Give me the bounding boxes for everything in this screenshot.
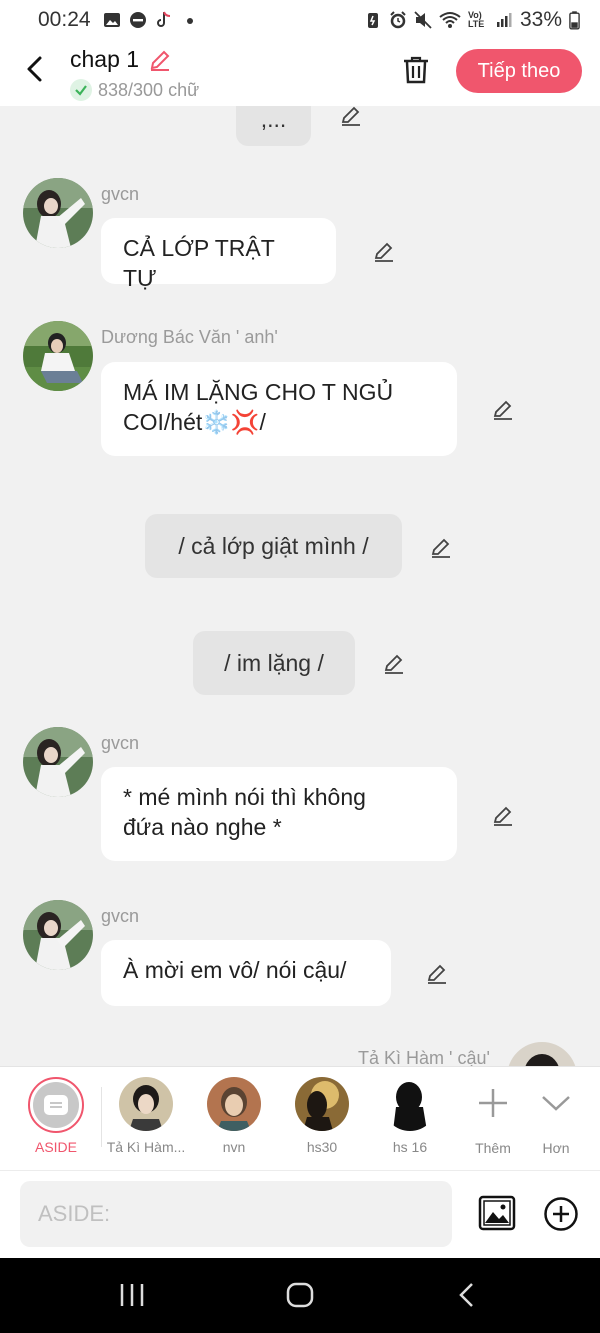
title-block: chap 1 838/300 chữ [70, 46, 199, 101]
tiktok-icon [156, 11, 170, 27]
add-icon[interactable] [543, 1196, 579, 1232]
character-label: Hơn [542, 1140, 570, 1156]
dnd-icon [129, 12, 146, 28]
dot-icon [186, 18, 193, 24]
status-bar: 00:24 Vo) LTE 33% [0, 0, 600, 40]
battery-percent: 33% [519, 8, 562, 31]
wifi-icon [439, 12, 461, 28]
mute-icon [414, 11, 432, 29]
avatar[interactable] [23, 900, 93, 970]
speech-bubble[interactable]: CẢ LỚP TRẬT TỰ [101, 218, 336, 291]
message-input[interactable] [20, 1181, 452, 1247]
character-item[interactable]: nvn [194, 1077, 274, 1155]
word-count: 838/300 chữ [98, 79, 200, 100]
character-aside[interactable]: ASIDE [16, 1077, 96, 1155]
edit-message-icon[interactable] [338, 106, 364, 128]
system-nav-bar [0, 1258, 600, 1333]
next-button[interactable]: Tiếp theo [456, 49, 582, 93]
speaker-name: Tả Kì Hàm ' cậu' [358, 1048, 490, 1066]
recents-icon[interactable] [118, 1282, 146, 1308]
aside-icon [44, 1095, 68, 1115]
home-icon[interactable] [286, 1282, 314, 1308]
more-characters-button[interactable]: Hơn [516, 1077, 596, 1156]
edit-message-icon[interactable] [490, 802, 516, 828]
gallery-icon [103, 13, 120, 27]
edit-message-icon[interactable] [371, 238, 397, 264]
character-label: hs30 [306, 1139, 338, 1155]
speaker-name: Dương Bác Văn ' anh' [101, 327, 278, 347]
back-icon[interactable] [22, 54, 48, 84]
divider [101, 1087, 102, 1147]
speaker-name: gvcn [101, 733, 140, 753]
speaker-name: gvcn [101, 906, 140, 926]
narration-bubble[interactable]: / cả lớp giật mình / [145, 514, 402, 578]
edit-message-icon[interactable] [490, 396, 516, 422]
chat-area[interactable]: ,... gvcn CẢ LỚP TRẬT TỰ Dương Bác Văn '… [0, 106, 600, 1066]
alarm-icon [390, 11, 406, 29]
signal-icon [496, 13, 512, 27]
back-nav-icon[interactable] [456, 1282, 480, 1308]
speaker-name: gvcn [101, 184, 140, 204]
battery-icon [569, 10, 580, 29]
character-item[interactable]: hs 16 [370, 1077, 450, 1155]
message-input-bar [0, 1170, 600, 1258]
edit-message-icon[interactable] [428, 534, 454, 560]
narration-bubble[interactable]: / im lặng / [193, 631, 355, 695]
network-label: Vo) LTE [467, 10, 485, 29]
edit-message-icon[interactable] [424, 960, 450, 986]
avatar[interactable] [23, 178, 93, 248]
character-label: hs 16 [392, 1139, 428, 1155]
edit-message-icon[interactable] [381, 650, 407, 676]
narration-bubble[interactable]: ,... [236, 106, 311, 146]
avatar[interactable] [23, 321, 93, 391]
check-icon [70, 79, 92, 101]
character-item[interactable]: hs30 [282, 1077, 362, 1155]
editor-header: chap 1 838/300 chữ Tiếp theo [0, 40, 600, 106]
character-label: ASIDE [34, 1139, 77, 1155]
speech-bubble[interactable]: À mời em vô/ nói cậu/ [101, 940, 391, 1006]
chevron-down-icon [542, 1096, 570, 1111]
character-label: Tả Kì Hàm... [106, 1139, 186, 1155]
character-label: nvn [222, 1139, 246, 1155]
speech-bubble[interactable]: * mé mình nói thì không đứa nào nghe * [101, 767, 457, 861]
character-item[interactable]: Tả Kì Hàm... [106, 1077, 186, 1155]
avatar[interactable] [23, 727, 93, 797]
image-icon[interactable] [478, 1195, 516, 1231]
character-selector: ASIDE Tả Kì Hàm... nvn hs30 hs 16 Thêm H… [0, 1066, 600, 1170]
plus-icon [479, 1089, 507, 1117]
speech-bubble[interactable]: MÁ IM LẶNG CHO T NGỦ COI/hét❄️💢/ [101, 362, 457, 456]
avatar[interactable] [507, 1042, 577, 1066]
chapter-title[interactable]: chap 1 [70, 46, 139, 73]
trash-icon[interactable] [400, 54, 432, 86]
status-time: 00:24 [38, 8, 91, 31]
battery-saver-icon [367, 13, 378, 28]
edit-title-icon[interactable] [147, 47, 173, 73]
